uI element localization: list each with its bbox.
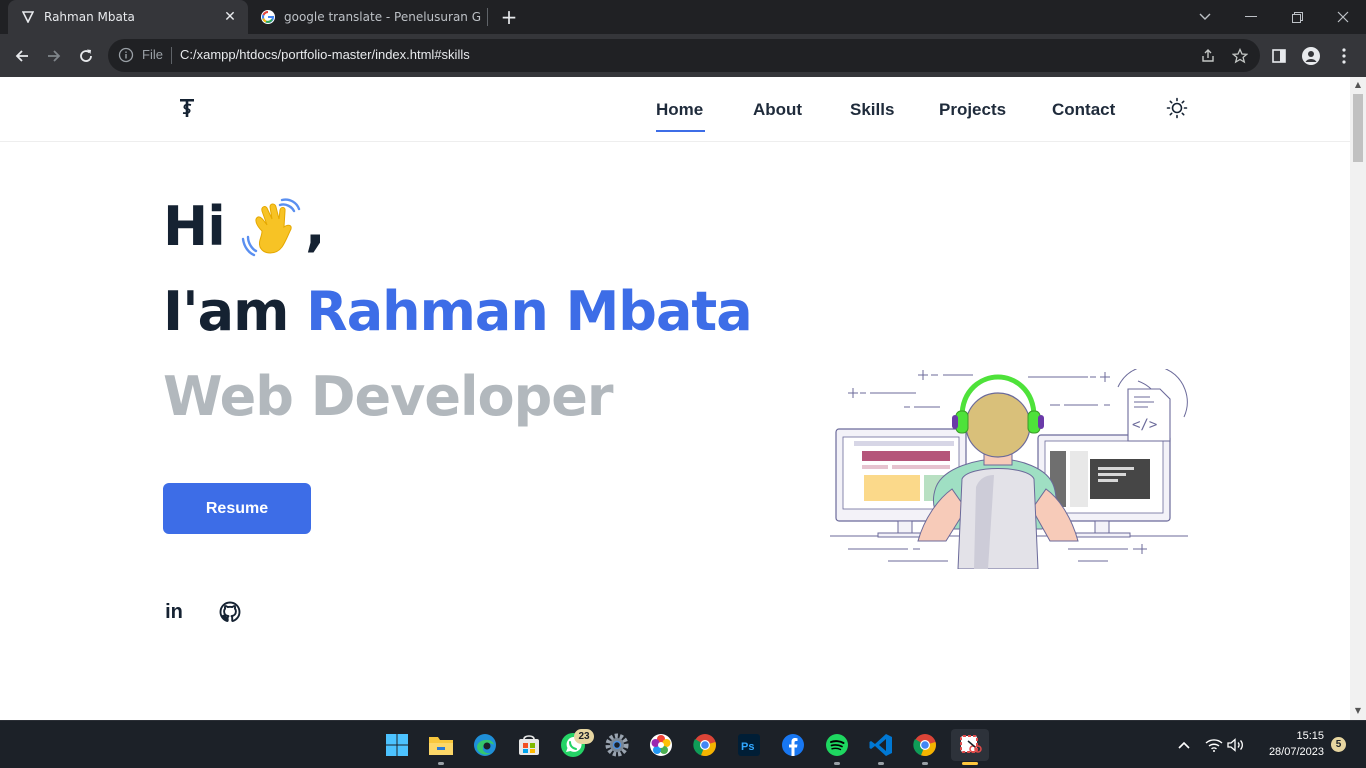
browser-tab-bar: Rahman Mbata ✕ google translate - Penelu… (0, 0, 1366, 34)
menu-kebab-icon[interactable] (1330, 42, 1358, 70)
tab-title: Rahman Mbata (44, 10, 135, 24)
bookmark-star-icon[interactable] (1230, 46, 1250, 66)
site-favicon-icon (20, 9, 36, 25)
settings-icon[interactable] (601, 729, 633, 761)
volume-icon[interactable] (1220, 729, 1252, 761)
site-logo-icon[interactable] (173, 93, 201, 121)
tab-search-icon[interactable] (1182, 0, 1228, 34)
restore-icon[interactable] (1274, 0, 1320, 34)
hero-role: Web Developer (163, 365, 614, 428)
clock-time[interactable]: 15:15 (1260, 730, 1324, 742)
developer-illustration: </> (830, 369, 1188, 569)
running-indicator (438, 762, 444, 765)
url-text[interactable]: C:/xampp/htdocs/portfolio-master/index.h… (180, 47, 470, 62)
close-window-icon[interactable] (1320, 0, 1366, 34)
site-header: Home About Skills Projects Contact (0, 77, 1350, 142)
new-tab-icon[interactable]: + (498, 5, 520, 29)
start-icon[interactable] (381, 729, 413, 761)
facebook-icon[interactable] (777, 729, 809, 761)
github-icon[interactable] (219, 601, 241, 623)
show-hidden-icons-chevron-icon[interactable] (1168, 729, 1200, 761)
notification-badge[interactable]: 5 (1331, 737, 1346, 752)
whatsapp-badge: 23 (574, 729, 594, 744)
side-panel-icon[interactable] (1265, 42, 1293, 70)
reload-icon[interactable] (72, 42, 100, 70)
share-icon[interactable] (1198, 46, 1218, 66)
nav-about[interactable]: About (753, 100, 802, 120)
nav-contact[interactable]: Contact (1052, 100, 1115, 120)
hero-comma: , (305, 195, 326, 258)
windows-taskbar: 23 Ps 15:15 28/07/2023 5 (0, 720, 1366, 768)
svg-text:Ps: Ps (741, 741, 754, 753)
scroll-down-arrow-icon[interactable]: ▼ (1354, 707, 1362, 715)
resume-button[interactable]: Resume (163, 483, 311, 534)
tab-rahman-mbata[interactable]: Rahman Mbata ✕ (8, 0, 248, 34)
spotify-icon[interactable] (821, 729, 853, 761)
scroll-up-arrow-icon[interactable]: ▲ (1354, 81, 1362, 89)
info-icon[interactable] (118, 47, 134, 63)
tab-google-translate[interactable]: google translate - Penelusuran G (248, 0, 484, 34)
url-scheme-label: File (142, 47, 163, 62)
chrome-icon[interactable] (909, 729, 941, 761)
running-indicator (922, 762, 928, 765)
clock-date[interactable]: 28/07/2023 (1254, 746, 1324, 758)
vscode-icon[interactable] (865, 729, 897, 761)
svg-text:</>: </> (1132, 417, 1157, 433)
profile-avatar-icon[interactable] (1297, 42, 1325, 70)
web-page: Home About Skills Projects Contact Hi , … (0, 77, 1350, 720)
page-scrollbar[interactable]: ▲ ▼ (1350, 77, 1366, 720)
waving-hand-icon (241, 198, 301, 257)
browser-toolbar: File C:/xampp/htdocs/portfolio-master/in… (0, 34, 1366, 77)
hero-intro: I'am Rahman Mbata (163, 280, 753, 343)
store-icon[interactable] (513, 729, 545, 761)
google-icon (260, 9, 276, 25)
active-nav-underline (656, 130, 705, 132)
linkedin-icon[interactable]: in (163, 601, 185, 623)
close-tab-icon[interactable]: ✕ (220, 7, 240, 27)
chrome-icon[interactable] (689, 729, 721, 761)
file-explorer-icon[interactable] (425, 729, 457, 761)
running-indicator (878, 762, 884, 765)
nav-projects[interactable]: Projects (939, 100, 1006, 120)
active-app-indicator (962, 762, 978, 765)
nav-home[interactable]: Home (656, 100, 703, 120)
photoshop-icon[interactable]: Ps (733, 729, 765, 761)
edge-icon[interactable] (469, 729, 501, 761)
minimize-icon[interactable] (1228, 0, 1274, 34)
running-indicator (834, 762, 840, 765)
snipping-tool-icon[interactable] (951, 729, 989, 761)
url-divider (171, 47, 172, 64)
hero-greeting: Hi (163, 195, 226, 258)
sun-theme-toggle-icon[interactable] (1166, 97, 1188, 119)
tab-title: google translate - Penelusuran G (284, 10, 482, 24)
back-arrow-icon[interactable] (8, 42, 36, 70)
forward-arrow-icon[interactable] (40, 42, 68, 70)
tab-separator (487, 8, 488, 26)
intro-prefix: I'am (163, 280, 289, 343)
nav-skills[interactable]: Skills (850, 100, 894, 120)
scroll-thumb[interactable] (1353, 94, 1363, 162)
hero-name: Rahman Mbata (306, 280, 752, 343)
address-bar[interactable]: File C:/xampp/htdocs/portfolio-master/in… (108, 39, 1260, 72)
color-app-icon[interactable] (645, 729, 677, 761)
